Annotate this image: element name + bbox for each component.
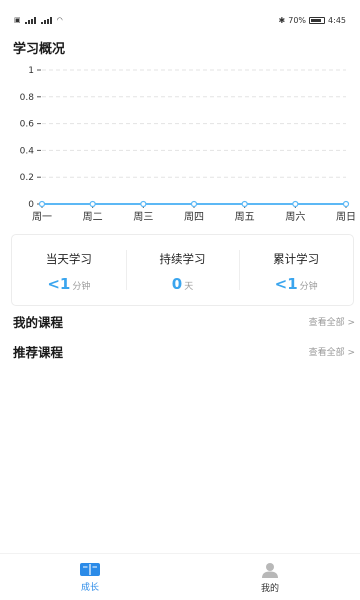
tab-growth-label: 成长: [80, 583, 99, 593]
bottom-tab-bar: 成长 我的: [0, 553, 360, 600]
page-title: 学习概况: [13, 42, 66, 57]
x-tick-label: 周五: [235, 211, 255, 223]
recommended-header: 推荐课程 查看全部 >: [13, 341, 355, 361]
stat-streak-value: 0: [171, 275, 183, 293]
status-bar: ▣ ◠ ✱ 70% 4:45: [0, 0, 360, 40]
my-courses-title: 我的课程: [13, 314, 64, 330]
battery-percent: 70%: [288, 16, 307, 25]
status-right: ✱ 70% 4:45: [279, 16, 346, 25]
y-tick-label: 0.8: [20, 93, 35, 103]
data-point: [241, 200, 248, 208]
chart-grid: [42, 69, 346, 178]
y-tick-label: 0.4: [20, 146, 35, 156]
recommended-title: 推荐课程: [13, 344, 64, 360]
x-tick-label: 周二: [83, 211, 103, 223]
stat-today: 当天学习 <1 分钟: [12, 235, 126, 305]
x-tick-label: 周三: [133, 211, 153, 223]
x-tick-label: 周日: [336, 211, 356, 223]
data-point: [140, 200, 147, 208]
stat-today-label: 当天学习: [45, 252, 92, 266]
battery-icon: [309, 17, 326, 24]
stat-total-value: <1: [274, 275, 298, 293]
x-tick-label: 周一: [32, 211, 52, 223]
data-point: [89, 200, 96, 208]
wifi-icon: ◠: [56, 16, 63, 24]
tab-growth[interactable]: 成长: [0, 554, 180, 600]
sim-icon: ▣: [14, 16, 21, 24]
tab-mine-label: 我的: [260, 584, 279, 594]
y-tick-label: 0.6: [20, 120, 35, 130]
stat-streak-unit: 天: [184, 282, 194, 292]
y-tick-label: 0: [28, 200, 34, 210]
stat-today-unit: 分钟: [72, 282, 91, 292]
signal-icon-2: [40, 16, 53, 24]
stat-total: 累计学习 <1 分钟: [239, 235, 353, 305]
y-tick-label: 1: [28, 66, 34, 76]
stat-total-label: 累计学习: [273, 252, 320, 266]
data-point: [190, 200, 198, 208]
stats-card: 当天学习 <1 分钟 持续学习 0天 累计学习 <1 分钟: [11, 234, 354, 306]
status-left: ▣ ◠: [14, 16, 63, 24]
x-tick-label: 周四: [184, 211, 204, 223]
y-axis-ticks: 0 0.2 0.4 0.6 0.8 1: [20, 66, 41, 210]
data-point: [292, 200, 299, 208]
my-courses-view-all-link[interactable]: 查看全部 >: [309, 315, 355, 328]
data-point: [342, 200, 350, 208]
book-icon: [80, 563, 100, 576]
x-tick-label: 周六: [285, 211, 305, 223]
y-tick-label: 0.2: [20, 173, 34, 183]
person-icon: [262, 563, 278, 578]
stat-today-value: <1: [47, 275, 71, 293]
tab-mine[interactable]: 我的: [180, 554, 360, 600]
stat-total-unit: 分钟: [299, 282, 318, 292]
data-point: [38, 200, 46, 208]
signal-icon: [24, 16, 37, 24]
recommended-view-all-link[interactable]: 查看全部 >: [309, 345, 355, 358]
bluetooth-icon: ✱: [278, 16, 286, 25]
clock: 4:45: [328, 16, 346, 25]
my-courses-header: 我的课程 查看全部 >: [13, 311, 355, 331]
stat-streak: 持续学习 0天: [125, 235, 240, 305]
stat-streak-label: 持续学习: [159, 252, 206, 266]
weekly-study-chart: 0 0.2 0.4 0.6 0.8 1 周一 周二 周三 周四 周五 周六 周日: [20, 66, 356, 223]
